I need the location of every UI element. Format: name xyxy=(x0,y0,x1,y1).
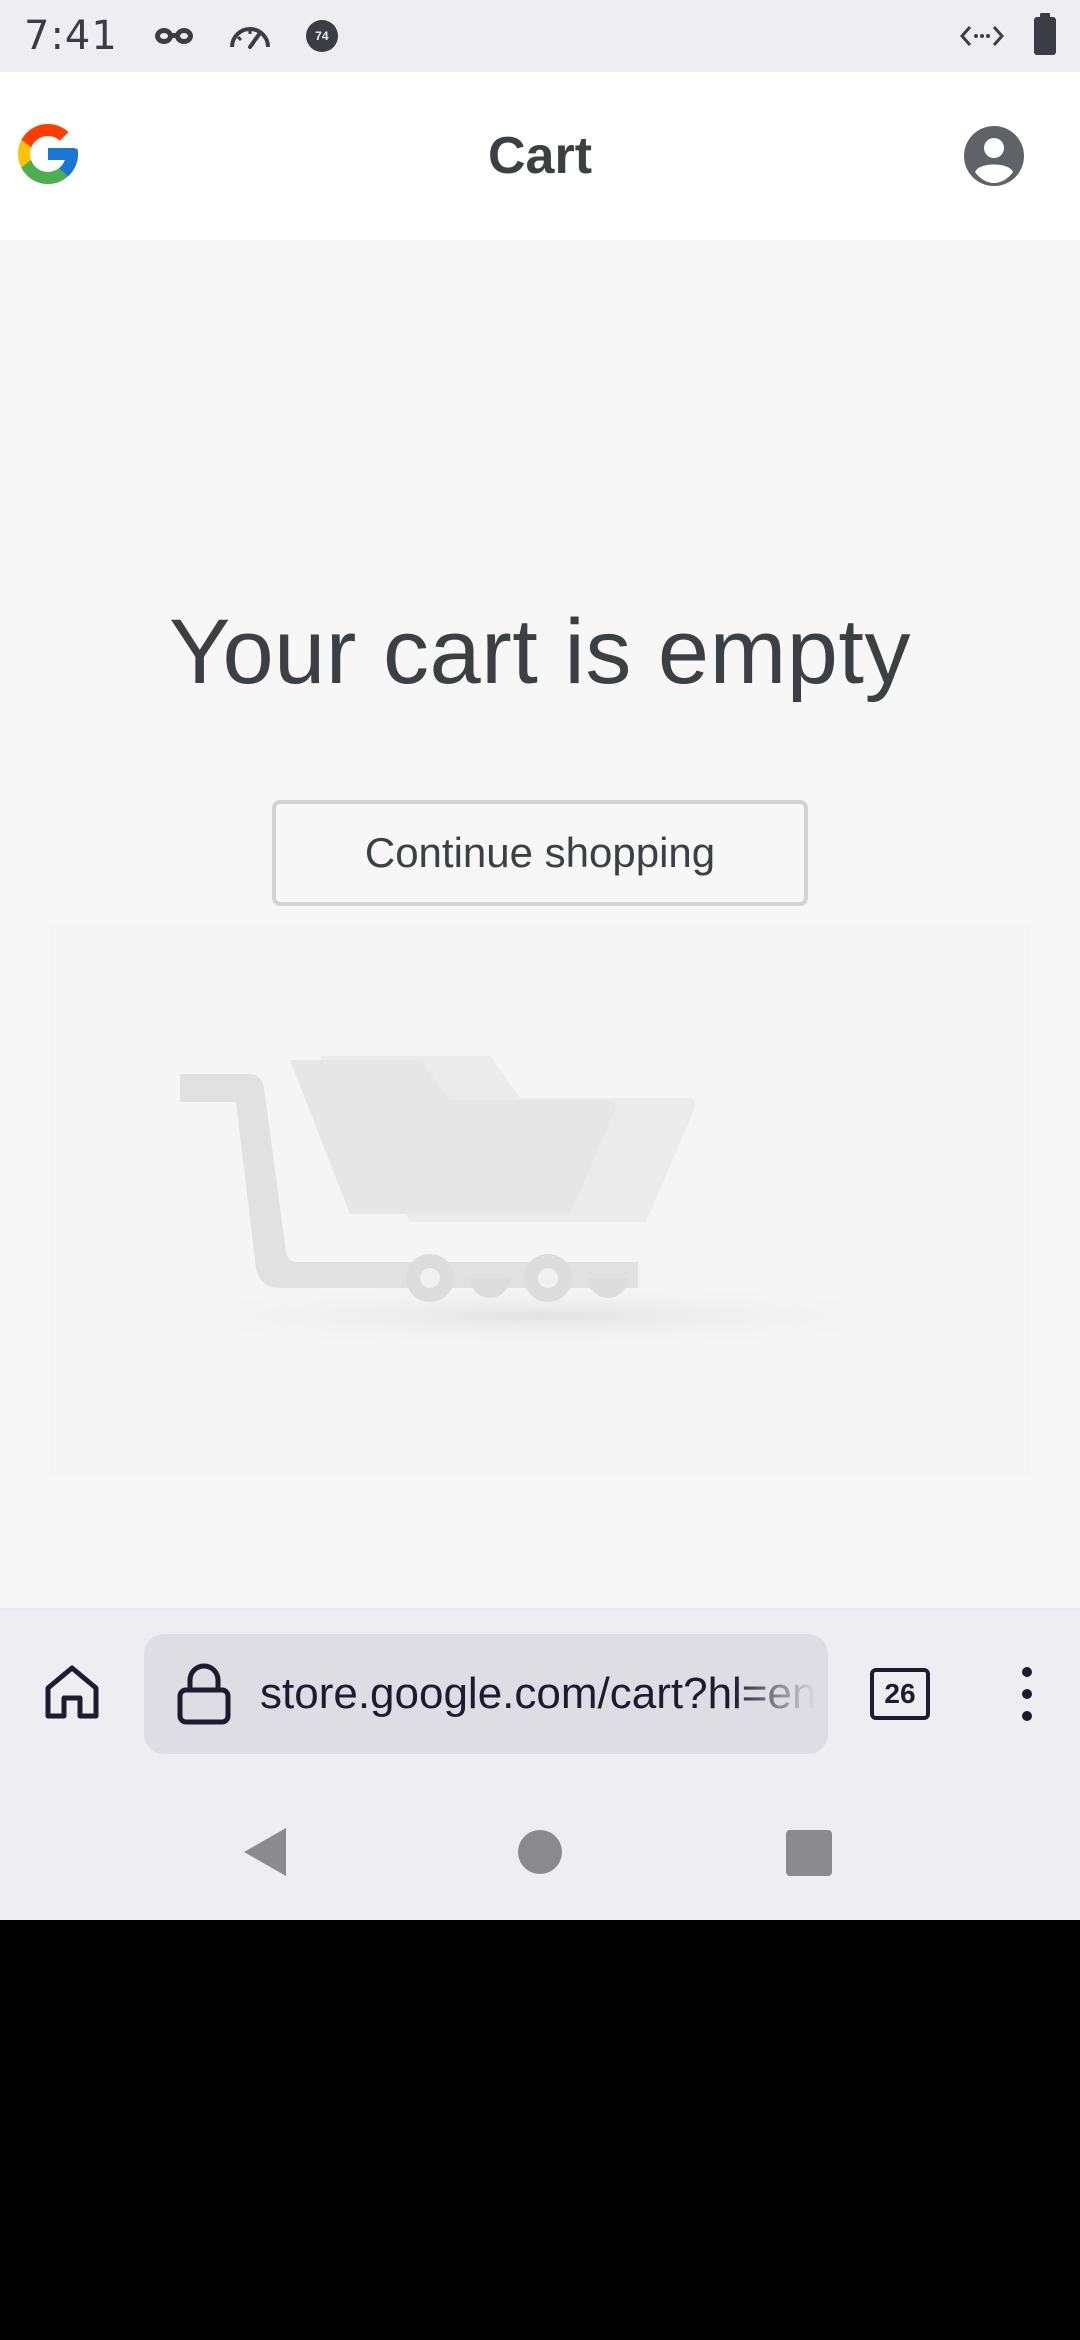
home-nav-icon[interactable] xyxy=(518,1830,562,1874)
recents-icon[interactable] xyxy=(786,1830,832,1876)
page-title: Cart xyxy=(487,127,593,185)
app-header: Cart xyxy=(0,72,1080,240)
shopping-cart-illustration xyxy=(140,1056,940,1350)
status-bar: 7:41 74 xyxy=(0,0,1080,72)
lock-icon xyxy=(177,1663,231,1725)
blank-area xyxy=(0,1920,1080,2340)
more-vert-icon[interactable] xyxy=(1012,1662,1042,1726)
google-logo[interactable] xyxy=(12,118,84,190)
home-icon[interactable] xyxy=(40,1660,104,1724)
battery-icon xyxy=(1034,13,1056,55)
back-icon[interactable] xyxy=(240,1824,290,1880)
empty-cart-illustration xyxy=(50,924,1030,1476)
incognito-icon xyxy=(154,28,193,44)
cart-content: Your cart is empty Continue shopping xyxy=(0,240,1080,1608)
status-icons: 74 xyxy=(154,20,338,52)
status-right xyxy=(960,13,1056,55)
browser-toolbar: store.google.com/cart?hl=en 26 xyxy=(0,1608,1080,1784)
code-icon xyxy=(960,26,1004,46)
account-circle-icon[interactable] xyxy=(962,124,1026,188)
system-navigation-bar xyxy=(0,1784,1080,1920)
continue-shopping-button[interactable]: Continue shopping xyxy=(272,800,808,906)
status-time: 7:41 xyxy=(24,13,118,59)
url-text[interactable]: store.google.com/cart?hl=en xyxy=(260,1669,816,1719)
speedometer-icon xyxy=(229,27,270,49)
tab-switcher-button[interactable]: 26 xyxy=(870,1668,930,1720)
notification-badge-icon: 74 xyxy=(305,20,338,52)
url-bar[interactable]: store.google.com/cart?hl=en xyxy=(144,1634,828,1754)
empty-cart-title: Your cart is empty xyxy=(169,601,911,703)
